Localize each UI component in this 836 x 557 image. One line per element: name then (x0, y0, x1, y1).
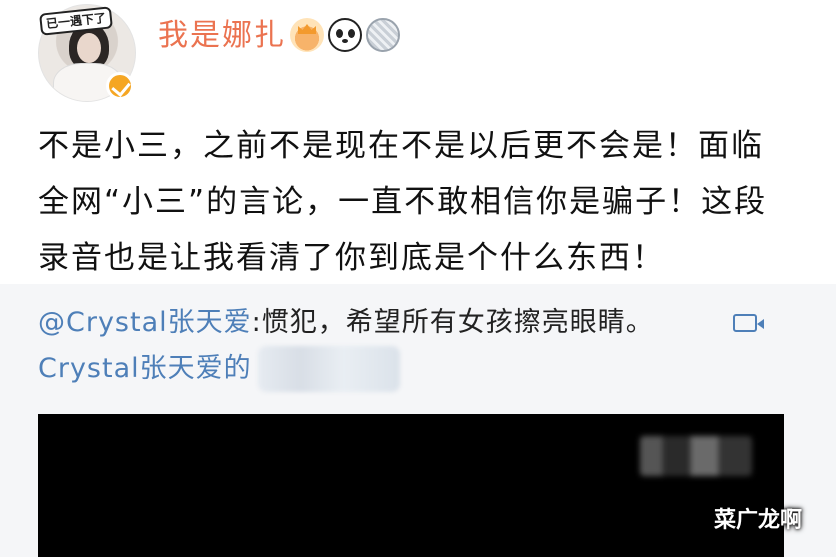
repost-mention-link[interactable]: @Crystal张天爱 (38, 307, 252, 338)
video-player[interactable] (38, 414, 784, 557)
video-camera-icon[interactable] (733, 314, 764, 332)
verified-icon (106, 72, 134, 100)
repost-text: @Crystal张天爱:惯犯，希望所有女孩擦亮眼睛。 (38, 304, 654, 342)
post-line-3: 录音也是让我看清了你到底是个什么东西！ (38, 240, 665, 276)
post-body: 不是小三，之前不是现在不是以后更不会是！面临 全网“小三”的言论，一直不敢相信你… (38, 118, 808, 286)
user-avatar[interactable]: 已一遇下了 (38, 4, 136, 102)
username-link[interactable]: 我是娜扎 (158, 16, 286, 56)
watermark-text: 菜广龙啊 (714, 508, 803, 533)
repost-video-link[interactable]: Crystal张天爱的 (38, 350, 252, 388)
avatar-face (77, 33, 101, 63)
level-icon[interactable] (366, 18, 400, 52)
blurred-video-overlay (640, 436, 752, 476)
blurred-text-patch (258, 346, 400, 392)
user-badges (290, 18, 400, 52)
panda-icon[interactable] (328, 18, 362, 52)
repost-comment: :惯犯，希望所有女孩擦亮眼睛。 (251, 307, 654, 338)
crown-icon[interactable] (290, 18, 324, 52)
post-line-2: 全网“小三”的言论，一直不敢相信你是骗子！这段 (38, 184, 768, 220)
post-line-1: 不是小三，之前不是现在不是以后更不会是！面临 (38, 128, 764, 164)
